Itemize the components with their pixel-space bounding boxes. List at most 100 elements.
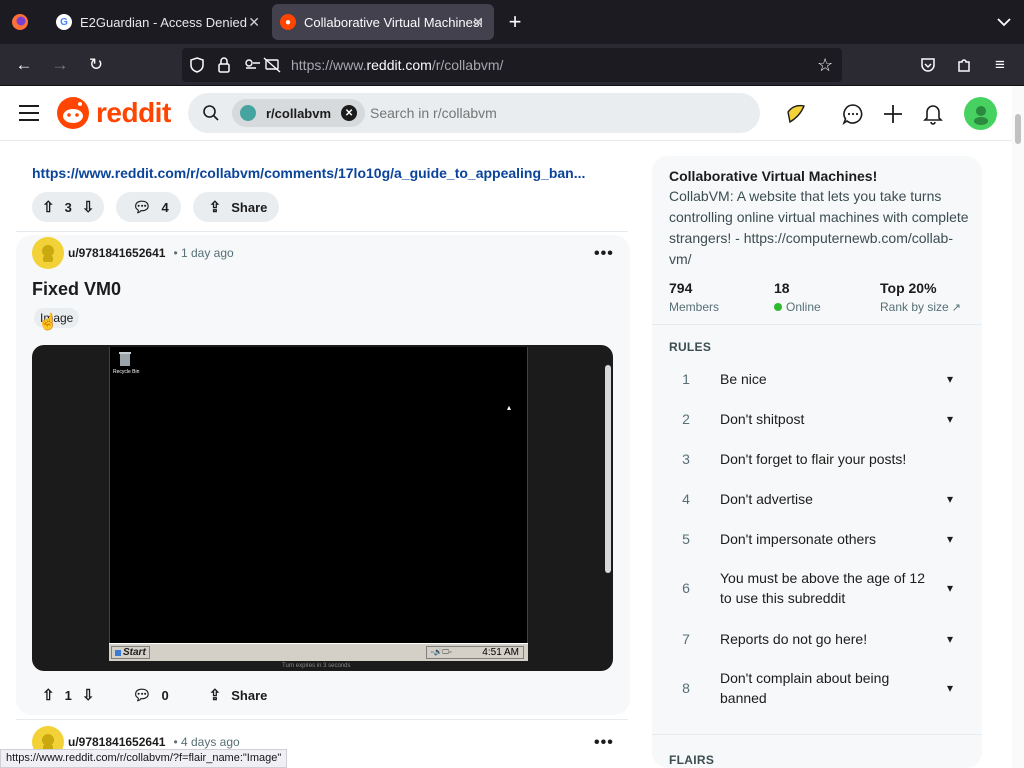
upvote-icon[interactable]: ⇧ — [42, 198, 55, 216]
page-scrollbar[interactable] — [1012, 86, 1024, 768]
permissions-icon[interactable] — [244, 56, 284, 79]
tab-title: Collaborative Virtual Machines! — [304, 14, 483, 30]
post-overflow-menu-icon[interactable]: ••• — [594, 245, 614, 263]
link-status-tooltip: https://www.reddit.com/r/collabvm/?f=fla… — [0, 749, 288, 768]
extensions-icon[interactable] — [952, 54, 976, 76]
lock-icon[interactable] — [216, 56, 232, 79]
pocket-icon[interactable] — [916, 54, 940, 76]
tab-list-chevron-icon[interactable] — [994, 12, 1014, 32]
search-input[interactable] — [370, 101, 740, 125]
post-actions: ⇧ 1 ⇩ 💬︎ 0 ⇪ Share — [32, 680, 291, 710]
rule-text: Don't impersonate others — [720, 531, 876, 547]
rule-item[interactable]: 3 Don't forget to flair your posts! — [672, 448, 962, 470]
reload-icon[interactable]: ↻ — [84, 54, 108, 76]
close-tab-icon[interactable]: ✕ — [472, 14, 484, 31]
chevron-down-icon[interactable]: ▾ — [938, 372, 962, 386]
downvote-icon[interactable]: ⇩ — [82, 198, 95, 216]
rule-item[interactable]: 8 Don't complain about being banned ▾ — [672, 668, 962, 708]
post-link-text[interactable]: https://www.reddit.com/r/collabvm/commen… — [32, 165, 585, 181]
comments-button[interactable]: 💬︎ 4 — [116, 192, 181, 222]
chevron-down-icon[interactable]: ▾ — [938, 532, 962, 546]
recycle-bin-icon — [118, 351, 132, 367]
sidebar-divider — [652, 734, 982, 735]
tab-collabvm[interactable]: ● Collaborative Virtual Machines! ✕ — [272, 4, 494, 40]
chevron-down-icon[interactable]: ▾ — [938, 581, 962, 595]
chevron-down-icon[interactable]: ▾ — [938, 412, 962, 426]
rule-item[interactable]: 5 Don't impersonate others ▾ — [672, 528, 962, 550]
rule-text: Be nice — [720, 371, 767, 387]
post-time: • 4 days ago — [173, 735, 240, 749]
post-title[interactable]: Fixed VM0 — [32, 279, 121, 300]
rule-item[interactable]: 2 Don't shitpost ▾ — [672, 408, 962, 430]
upvote-icon[interactable]: ⇧ — [42, 686, 55, 704]
image-scrollbar — [605, 365, 611, 573]
scrollbar-thumb[interactable] — [1015, 114, 1021, 144]
shield-icon[interactable] — [188, 56, 206, 79]
app-menu-icon[interactable]: ≡ — [988, 54, 1012, 76]
back-icon[interactable]: ← — [12, 54, 36, 76]
rule-number: 7 — [682, 631, 690, 647]
share-label: Share — [231, 199, 268, 215]
comment-icon: 💬︎ — [132, 199, 152, 216]
post-overflow-menu-icon[interactable]: ••• — [594, 734, 614, 752]
rule-number: 4 — [682, 491, 690, 507]
share-button[interactable]: ⇪ Share — [193, 680, 280, 710]
post-username[interactable]: u/9781841652641 — [68, 246, 165, 260]
rule-number: 8 — [682, 680, 690, 696]
stat-value: 794 — [669, 280, 693, 296]
rule-number: 2 — [682, 411, 690, 427]
vote-group: ⇧ 3 ⇩ — [32, 192, 105, 222]
url-bar[interactable]: https://www.reddit.com/r/collabvm/ ☆ — [182, 48, 842, 82]
chevron-down-icon[interactable]: ▾ — [938, 681, 962, 695]
share-label: Share — [231, 687, 268, 703]
bookmark-star-icon[interactable]: ☆ — [817, 55, 833, 76]
rule-item[interactable]: 1 Be nice ▾ — [672, 368, 962, 390]
forward-icon[interactable]: → — [48, 54, 72, 76]
reddit-logo[interactable]: reddit — [56, 96, 171, 130]
new-tab-icon[interactable]: + — [505, 10, 525, 34]
post-username[interactable]: u/9781841652641 — [68, 735, 165, 749]
chat-icon[interactable] — [839, 100, 867, 128]
share-button[interactable]: ⇪ Share — [192, 192, 280, 222]
create-post-icon[interactable] — [879, 100, 907, 128]
downvote-icon[interactable]: ⇩ — [82, 686, 95, 704]
rule-item[interactable]: 7 Reports do not go here! ▾ — [672, 628, 962, 650]
browser-nav-bar: ← → ↻ https://www.reddit.com/r/collabvm/… — [0, 44, 1024, 86]
stat-label: Members — [669, 300, 720, 314]
firefox-menu-icon[interactable] — [10, 12, 30, 32]
post-time: • 1 day ago — [173, 246, 234, 260]
stat-label: Rank by size — [880, 300, 949, 314]
post-meta: u/9781841652641 • 1 day ago — [32, 237, 234, 269]
search-box[interactable]: r/collabvm ✕ — [188, 93, 760, 133]
user-avatar[interactable] — [964, 97, 997, 130]
tab-e2guardian[interactable]: G E2Guardian - Access Denied ✕ — [44, 0, 270, 44]
vote-count: 1 — [64, 687, 72, 703]
post-image[interactable]: Recycle Bin ▴ Start ▫🔊🖵▫ 4:51 AM Turn ex… — [32, 345, 613, 671]
url-text[interactable]: https://www.reddit.com/r/collabvm/ — [291, 57, 503, 73]
advertise-icon[interactable] — [782, 100, 810, 128]
community-sidebar: Collaborative Virtual Machines! CollabVM… — [652, 156, 982, 768]
external-link-icon: ↗ — [951, 301, 961, 314]
chevron-down-icon[interactable]: ▾ — [938, 492, 962, 506]
stat-rank-row[interactable]: Rank by size ↗ — [880, 300, 961, 314]
url-domain: reddit.com — [366, 57, 432, 73]
chevron-down-icon[interactable]: ▾ — [938, 632, 962, 646]
rule-item[interactable]: 4 Don't advertise ▾ — [672, 488, 962, 510]
comments-button[interactable]: 💬︎ 0 — [116, 680, 180, 710]
chip-clear-icon[interactable]: ✕ — [341, 105, 358, 121]
rule-text: You must be above the age of 12 to use t… — [720, 570, 925, 606]
online-dot-icon — [774, 303, 782, 311]
user-avatar[interactable] — [32, 237, 64, 269]
rule-text: Reports do not go here! — [720, 631, 868, 647]
rule-number: 5 — [682, 531, 690, 547]
comment-icon: 💬︎ — [132, 687, 152, 704]
post-card[interactable]: u/9781841652641 • 1 day ago ••• Fixed VM… — [16, 235, 630, 715]
prev-post-link[interactable]: https://www.reddit.com/r/collabvm/commen… — [32, 165, 632, 183]
stat-value: Top 20% — [880, 280, 937, 296]
hamburger-menu-icon[interactable] — [18, 103, 40, 128]
rule-item[interactable]: 6 You must be above the age of 12 to use… — [672, 568, 962, 608]
close-tab-icon[interactable]: ✕ — [248, 14, 260, 31]
google-icon: G — [56, 14, 72, 30]
subreddit-search-chip[interactable]: r/collabvm ✕ — [232, 99, 366, 127]
notifications-bell-icon[interactable] — [919, 100, 947, 128]
